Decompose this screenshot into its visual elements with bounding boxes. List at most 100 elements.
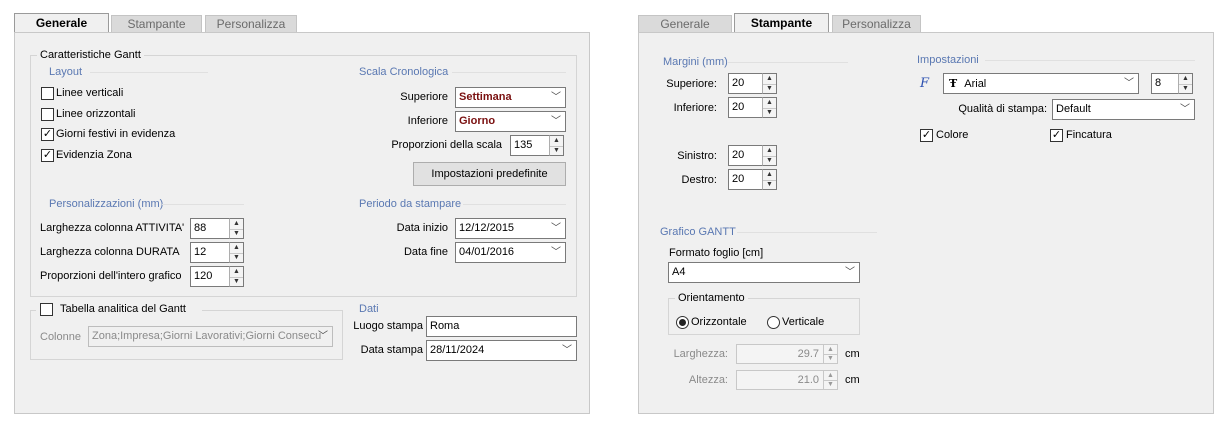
giorni-festivi-checkbox[interactable]: ✓: [41, 128, 54, 141]
altezza-input[interactable]: 21.0: [736, 370, 824, 390]
grafico-label: Proporzioni dell'intero grafico: [40, 270, 182, 282]
font-select[interactable]: Ŧ Arial ﹀: [943, 73, 1139, 94]
tab-generale[interactable]: Generale: [638, 15, 732, 32]
check-icon: ✓: [42, 128, 53, 140]
impostazioni-title: Impostazioni: [917, 54, 979, 66]
proporzioni-scala-label: Proporzioni della scala: [391, 139, 502, 151]
giorni-festivi-label: Giorni festivi in evidenza: [56, 128, 176, 140]
chevron-down-icon: ﹀: [551, 92, 561, 103]
durata-label: Larghezza colonna DURATA: [40, 246, 180, 258]
tab-stampante[interactable]: Stampante: [734, 13, 829, 32]
linee-orizzontali-label: Linee orizzontali: [56, 108, 136, 120]
margine-destro-label: Destro:: [681, 174, 717, 186]
margine-superiore-label: Superiore:: [666, 78, 717, 90]
margine-destro-spinner[interactable]: ▲ ▼: [762, 169, 777, 190]
qualita-label: Qualità di stampa:: [958, 103, 1047, 115]
colore-checkbox[interactable]: ✓: [920, 129, 933, 142]
larghezza-input[interactable]: 29.7: [736, 344, 824, 364]
evidenzia-zona-checkbox[interactable]: ✓: [41, 149, 54, 162]
tab-generale[interactable]: Generale: [14, 13, 109, 32]
luogo-stampa-input[interactable]: Roma: [426, 316, 577, 337]
luogo-stampa-label: Luogo stampa: [353, 320, 423, 332]
tab-personalizza[interactable]: Personalizza: [832, 15, 921, 32]
inferiore-select[interactable]: Giorno ﹀: [455, 111, 566, 132]
formato-foglio-label: Formato foglio [cm]: [669, 247, 764, 259]
orizzontale-radio[interactable]: [676, 316, 689, 329]
superiore-value: Settimana: [459, 91, 512, 103]
check-icon: ✓: [921, 129, 932, 141]
orizzontale-label: Orizzontale: [691, 316, 747, 328]
margine-destro-input[interactable]: 20: [728, 169, 763, 190]
verticale-radio[interactable]: [767, 316, 780, 329]
attivita-input[interactable]: 88: [190, 218, 230, 239]
margine-superiore-input[interactable]: 20: [728, 73, 763, 94]
qualita-value: Default: [1056, 103, 1091, 115]
orientamento-title: Orientamento: [675, 292, 748, 304]
evidenzia-zona-label: Evidenzia Zona: [56, 149, 132, 161]
colonne-select[interactable]: Zona;Impresa;Giorni Lavorativi;Giorni Co…: [88, 326, 333, 347]
tabella-checkbox[interactable]: [40, 303, 53, 316]
margini-title: Margini (mm): [663, 56, 728, 68]
impostazioni-predefinite-button[interactable]: Impostazioni predefinite: [413, 162, 566, 186]
linee-verticali-checkbox[interactable]: [41, 87, 54, 100]
chevron-down-icon: ﹀: [1124, 78, 1134, 89]
chevron-down-icon: ﹀: [551, 247, 561, 258]
margine-superiore-spinner[interactable]: ▲ ▼: [762, 73, 777, 94]
colonne-value: Zona;Impresa;Giorni Lavorativi;Giorni Co…: [92, 330, 322, 342]
superiore-select[interactable]: Settimana ﹀: [455, 87, 566, 108]
proporzioni-scala-input[interactable]: 135: [510, 135, 550, 156]
data-fine-value: 04/01/2016: [459, 246, 515, 258]
margine-inferiore-spinner[interactable]: ▲ ▼: [762, 97, 777, 118]
chevron-down-icon: ﹀: [551, 116, 561, 127]
personalizzazioni-divider: [162, 204, 244, 205]
data-stampa-picker[interactable]: 28/11/2024 ﹀: [426, 340, 577, 361]
margine-sinistro-input[interactable]: 20: [728, 145, 763, 166]
chevron-down-icon: ﹀: [1180, 104, 1190, 115]
linee-orizzontali-checkbox[interactable]: [41, 108, 54, 121]
formato-foglio-select[interactable]: A4 ﹀: [668, 262, 860, 283]
impostazioni-divider: [985, 60, 1195, 61]
data-fine-label: Data fine: [403, 246, 448, 258]
larghezza-unit: cm: [845, 348, 860, 360]
margine-inferiore-input[interactable]: 20: [728, 97, 763, 118]
linee-verticali-label: Linee verticali: [56, 87, 124, 99]
check-icon: ✓: [1051, 129, 1062, 141]
periodo-divider: [463, 204, 566, 205]
font-size-input[interactable]: 8: [1151, 73, 1179, 94]
data-fine-picker[interactable]: 04/01/2016 ﹀: [455, 242, 566, 263]
tab-personalizza[interactable]: Personalizza: [205, 15, 297, 32]
dati-title: Dati: [359, 303, 379, 315]
colore-label: Colore: [936, 129, 969, 141]
formato-foglio-value: A4: [672, 266, 686, 278]
grafico-gantt-title: Grafico GANTT: [660, 226, 736, 238]
larghezza-spinner[interactable]: ▲ ▼: [823, 344, 838, 364]
durata-spinner[interactable]: ▲ ▼: [229, 242, 244, 263]
font-icon[interactable]: F: [920, 76, 936, 92]
proporzioni-scala-spinner[interactable]: ▲ ▼: [549, 135, 564, 156]
font-value: Arial: [964, 78, 987, 90]
data-inizio-label: Data inizio: [396, 222, 448, 234]
margini-divider: [728, 62, 848, 63]
altezza-unit: cm: [845, 374, 860, 386]
altezza-spinner[interactable]: ▲ ▼: [823, 370, 838, 390]
font-size-spinner[interactable]: ▲ ▼: [1178, 73, 1193, 94]
grafico-gantt-divider: [737, 232, 877, 233]
durata-input[interactable]: 12: [190, 242, 230, 263]
scala-title: Scala Cronologica: [359, 66, 449, 78]
grafico-spinner[interactable]: ▲ ▼: [229, 266, 244, 287]
margine-sinistro-spinner[interactable]: ▲ ▼: [762, 145, 777, 166]
qualita-select[interactable]: Default ﹀: [1052, 99, 1195, 120]
colonne-label: Colonne: [40, 331, 81, 343]
chevron-down-icon: ﹀: [551, 223, 561, 234]
gantt-group-title: Caratteristiche Gantt: [37, 49, 144, 61]
larghezza-label: Larghezza:: [673, 348, 728, 360]
truetype-icon: Ŧ: [949, 77, 958, 90]
tab-stampante[interactable]: Stampante: [111, 15, 202, 32]
fincatura-checkbox[interactable]: ✓: [1050, 129, 1063, 142]
layout-title: Layout: [49, 66, 83, 78]
data-stampa-label: Data stampa: [360, 344, 423, 356]
attivita-spinner[interactable]: ▲ ▼: [229, 218, 244, 239]
grafico-input[interactable]: 120: [190, 266, 230, 287]
data-inizio-picker[interactable]: 12/12/2015 ﹀: [455, 218, 566, 239]
chevron-down-icon: ﹀: [845, 267, 855, 278]
